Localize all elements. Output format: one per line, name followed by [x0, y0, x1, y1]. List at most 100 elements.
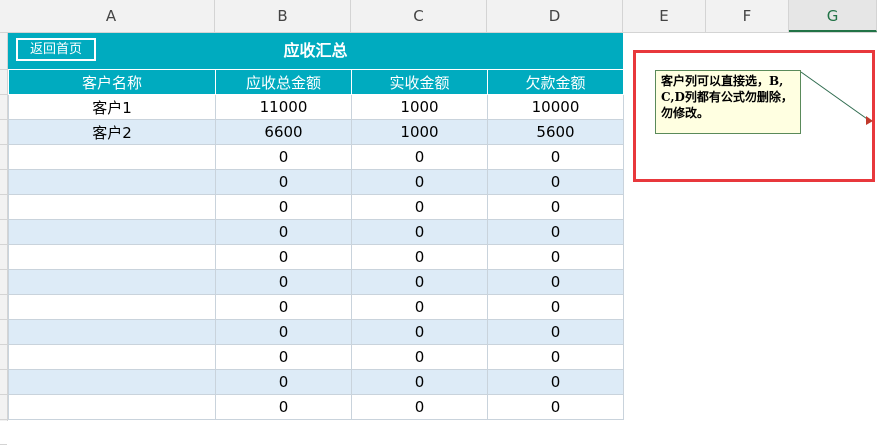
- column-header-e[interactable]: E: [623, 0, 706, 32]
- cell-customer-name[interactable]: [8, 369, 216, 395]
- row-header-divider: [0, 244, 7, 245]
- cell-customer-name[interactable]: 客户2: [8, 119, 216, 145]
- table-row: 000: [8, 219, 624, 245]
- row-header-divider: [0, 294, 7, 295]
- cell-outstanding-amount[interactable]: 0: [487, 194, 624, 220]
- title-bar: 返回首页 应收汇总: [8, 33, 623, 69]
- table-row: 客户1 11000 1000 10000: [8, 94, 624, 120]
- cell-total-receivable[interactable]: 0: [215, 394, 352, 420]
- cell-customer-name[interactable]: [8, 294, 216, 320]
- cell-outstanding-amount[interactable]: 0: [487, 369, 624, 395]
- cell-received-amount[interactable]: 0: [351, 144, 488, 170]
- header-customer-name[interactable]: 客户名称: [8, 69, 216, 95]
- cell-outstanding-amount[interactable]: 0: [487, 169, 624, 195]
- cell-outstanding-amount[interactable]: 0: [487, 244, 624, 270]
- cell-received-amount[interactable]: 0: [351, 369, 488, 395]
- column-header-c[interactable]: C: [351, 0, 487, 32]
- table-row: 000: [8, 394, 624, 420]
- table-row: 000: [8, 244, 624, 270]
- cell-received-amount[interactable]: 0: [351, 294, 488, 320]
- row-header-divider: [0, 219, 7, 220]
- table-row: 000: [8, 369, 624, 395]
- cell-outstanding-amount[interactable]: 0: [487, 319, 624, 345]
- row-header-divider: [0, 69, 7, 70]
- table-row: 000: [8, 269, 624, 295]
- cell-total-receivable[interactable]: 0: [215, 269, 352, 295]
- cell-total-receivable[interactable]: 0: [215, 144, 352, 170]
- cell-outstanding-amount[interactable]: 0: [487, 344, 624, 370]
- column-header-a[interactable]: A: [8, 0, 215, 32]
- row-header-divider: [0, 169, 7, 170]
- cell-total-receivable[interactable]: 0: [215, 219, 352, 245]
- cell-customer-name[interactable]: [8, 144, 216, 170]
- cell-received-amount[interactable]: 0: [351, 394, 488, 420]
- cell-received-amount[interactable]: 0: [351, 319, 488, 345]
- cell-outstanding-amount[interactable]: 0: [487, 394, 624, 420]
- cell-outstanding-amount[interactable]: 0: [487, 144, 624, 170]
- cell-outstanding-amount[interactable]: 0: [487, 269, 624, 295]
- cell-total-receivable[interactable]: 11000: [215, 94, 352, 120]
- column-header-bar: A B C D E F G: [0, 0, 877, 33]
- table-row: 000: [8, 344, 624, 370]
- column-header-g[interactable]: G: [789, 0, 877, 32]
- cell-comment-note[interactable]: 客户列可以直接选，B,C,D列都有公式勿删除，勿修改。: [655, 70, 801, 134]
- table-row: 000: [8, 194, 624, 220]
- cell-customer-name[interactable]: [8, 194, 216, 220]
- cell-received-amount[interactable]: 0: [351, 219, 488, 245]
- table-header-row: 客户名称 应收总金额 实收金额 欠款金额: [8, 69, 624, 95]
- row-header-divider: [0, 269, 7, 270]
- cell-total-receivable[interactable]: 0: [215, 344, 352, 370]
- row-header-divider: [0, 344, 7, 345]
- row-header-divider: [0, 394, 7, 395]
- cell-total-receivable[interactable]: 0: [215, 294, 352, 320]
- cell-outstanding-amount[interactable]: 0: [487, 219, 624, 245]
- back-home-button[interactable]: 返回首页: [16, 38, 96, 61]
- cell-customer-name[interactable]: [8, 169, 216, 195]
- cell-customer-name[interactable]: 客户1: [8, 94, 216, 120]
- column-header-b[interactable]: B: [215, 0, 351, 32]
- table-row: 000: [8, 319, 624, 345]
- receivables-table: 客户名称 应收总金额 实收金额 欠款金额 客户1 11000 1000 10000 客户…: [8, 69, 624, 420]
- cell-outstanding-amount[interactable]: 10000: [487, 94, 624, 120]
- cell-total-receivable[interactable]: 0: [215, 244, 352, 270]
- cell-received-amount[interactable]: 0: [351, 194, 488, 220]
- cell-total-receivable[interactable]: 6600: [215, 119, 352, 145]
- cell-total-receivable[interactable]: 0: [215, 169, 352, 195]
- cell-customer-name[interactable]: [8, 319, 216, 345]
- row-header-strip: [0, 33, 8, 445]
- cell-customer-name[interactable]: [8, 269, 216, 295]
- header-total-receivable[interactable]: 应收总金额: [215, 69, 352, 95]
- row-header-divider: [0, 94, 7, 95]
- table-row: 客户2 6600 1000 5600: [8, 119, 624, 145]
- column-header-d[interactable]: D: [487, 0, 623, 32]
- cell-customer-name[interactable]: [8, 344, 216, 370]
- table-row: 000: [8, 144, 624, 170]
- cell-received-amount[interactable]: 0: [351, 244, 488, 270]
- cell-outstanding-amount[interactable]: 0: [487, 294, 624, 320]
- column-header-f[interactable]: F: [706, 0, 789, 32]
- row-header-divider: [0, 144, 7, 145]
- header-received-amount[interactable]: 实收金额: [351, 69, 488, 95]
- cell-outstanding-amount[interactable]: 5600: [487, 119, 624, 145]
- cell-received-amount[interactable]: 0: [351, 344, 488, 370]
- row-header-divider: [0, 419, 7, 420]
- cell-total-receivable[interactable]: 0: [215, 319, 352, 345]
- cell-received-amount[interactable]: 0: [351, 169, 488, 195]
- cell-received-amount[interactable]: 1000: [351, 119, 488, 145]
- table-row: 000: [8, 294, 624, 320]
- row-header-divider: [0, 119, 7, 120]
- header-outstanding-amount[interactable]: 欠款金额: [487, 69, 624, 95]
- row-header-divider: [0, 194, 7, 195]
- cell-total-receivable[interactable]: 0: [215, 194, 352, 220]
- cell-customer-name[interactable]: [8, 394, 216, 420]
- cell-customer-name[interactable]: [8, 219, 216, 245]
- row-header-divider: [0, 319, 7, 320]
- cell-customer-name[interactable]: [8, 244, 216, 270]
- table-row: 000: [8, 169, 624, 195]
- page-title: 应收汇总: [283, 41, 348, 60]
- cell-received-amount[interactable]: 1000: [351, 94, 488, 120]
- row-header-divider: [0, 369, 7, 370]
- table-body: 客户1 11000 1000 10000 客户2 6600 1000 5600 0 0 0 0 0 0 0 0…: [8, 94, 624, 420]
- cell-received-amount[interactable]: 0: [351, 269, 488, 295]
- cell-total-receivable[interactable]: 0: [215, 369, 352, 395]
